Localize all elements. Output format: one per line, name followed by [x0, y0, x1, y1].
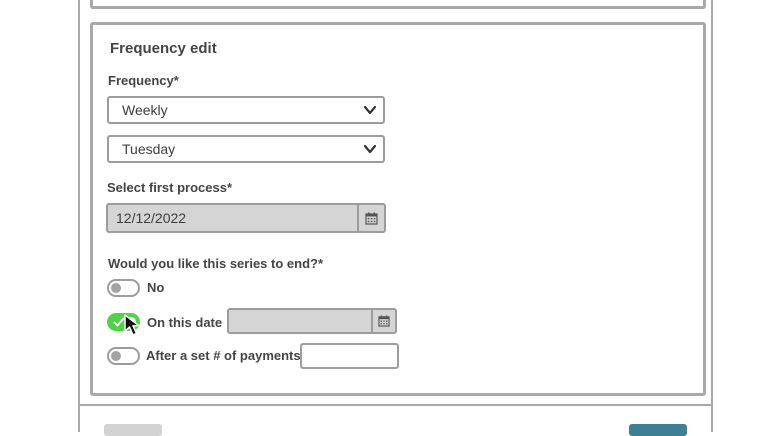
toggle-knob: [111, 351, 121, 361]
modal-right-border: [711, 0, 713, 432]
calendar-button[interactable]: [371, 310, 395, 332]
frequency-label: Frequency*: [108, 73, 179, 88]
frequency-select-value: Weekly: [122, 102, 168, 118]
calendar-icon: [378, 315, 390, 327]
save-button[interactable]: [629, 424, 687, 436]
calendar-icon: [365, 212, 378, 225]
first-process-date-value: 12/12/2022: [116, 210, 187, 226]
end-date-input[interactable]: [227, 308, 397, 334]
modal-left-border: [78, 0, 80, 432]
first-process-label: Select first process*: [107, 180, 233, 195]
mouse-pointer-icon: [124, 314, 140, 336]
option-after-payments-label: After a set # of payments: [146, 348, 301, 363]
toggle-after-payments[interactable]: [107, 347, 140, 365]
calendar-button[interactable]: [357, 205, 384, 231]
chevron-down-icon: [363, 144, 377, 154]
first-process-date-input[interactable]: 12/12/2022: [106, 203, 386, 233]
toggle-knob: [111, 283, 121, 293]
cancel-button[interactable]: [104, 424, 162, 436]
frequency-select[interactable]: Weekly: [107, 96, 385, 124]
toggle-no[interactable]: [107, 279, 140, 297]
option-on-this-date-label: On this date: [147, 315, 223, 330]
end-question-label: Would you like this series to end?*: [108, 256, 324, 271]
payment-count-input[interactable]: [300, 343, 399, 369]
footer-divider: [80, 404, 711, 406]
day-select-value: Tuesday: [122, 141, 176, 157]
section-title: Frequency edit: [110, 40, 217, 57]
chevron-down-icon: [363, 105, 377, 115]
previous-section-panel: [90, 0, 706, 9]
option-no-label: No: [147, 280, 165, 295]
day-select[interactable]: Tuesday: [107, 135, 385, 163]
